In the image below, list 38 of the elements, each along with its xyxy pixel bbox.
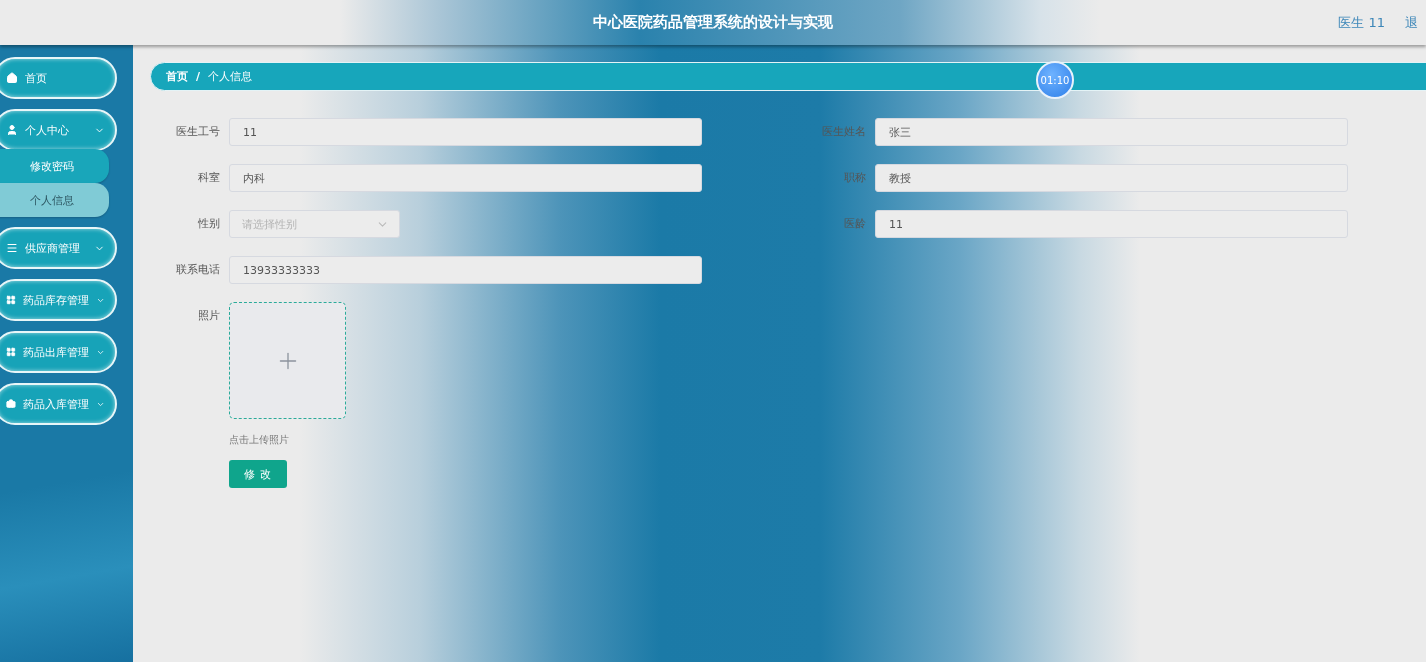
menu-item[interactable]: 供应商管理 [0, 227, 117, 269]
breadcrumb-separator: / [196, 70, 201, 83]
briefcase-icon [6, 398, 16, 410]
input-field[interactable]: 内科 [229, 164, 702, 192]
grid-icon [6, 294, 16, 306]
breadcrumb-link[interactable]: 个人信息 [208, 69, 253, 84]
upload-hint: 点击上传照片 [229, 433, 290, 447]
field-label: 医龄 [843, 216, 866, 232]
input-field[interactable]: 11 [229, 118, 702, 146]
upload-box[interactable] [229, 302, 346, 419]
app-title: 中心医院药品管理系统的设计与实现 [593, 13, 833, 32]
input-field[interactable]: 教授 [875, 164, 1348, 192]
field-label: 照片 [197, 308, 220, 324]
menu-item[interactable]: 药品入库管理 [0, 383, 117, 425]
list-icon [6, 242, 18, 254]
grid-icon [6, 346, 16, 358]
home-icon [6, 72, 18, 84]
field-label: 性别 [197, 216, 220, 232]
input-field[interactable]: 张三 [875, 118, 1348, 146]
field-label: 科室 [197, 170, 220, 186]
menu-item[interactable]: 药品出库管理 [0, 331, 117, 373]
submenu-item[interactable]: 修改密码 [0, 149, 109, 183]
menu-item[interactable]: 药品库存管理 [0, 279, 117, 321]
menu-item[interactable]: 个人中心 [0, 109, 117, 151]
submit-button[interactable]: 修改 [229, 460, 287, 488]
input-field[interactable]: 13933333333 [229, 256, 702, 284]
input-field[interactable]: 11 [875, 210, 1348, 238]
user-icon [6, 124, 18, 136]
breadcrumb-link[interactable]: 首页 [166, 69, 188, 84]
logout-link[interactable]: 退 [1405, 13, 1418, 32]
field-label: 联系电话 [175, 262, 220, 278]
field-label: 医生姓名 [821, 124, 866, 140]
submenu-item[interactable]: 个人信息 [0, 183, 109, 217]
field-label: 医生工号 [175, 124, 220, 140]
menu-item[interactable]: 首页 [0, 57, 117, 99]
user-link[interactable]: 医生 11 [1338, 13, 1385, 32]
timer-badge: 01:10 [1036, 61, 1074, 99]
field-label: 职称 [843, 170, 866, 186]
